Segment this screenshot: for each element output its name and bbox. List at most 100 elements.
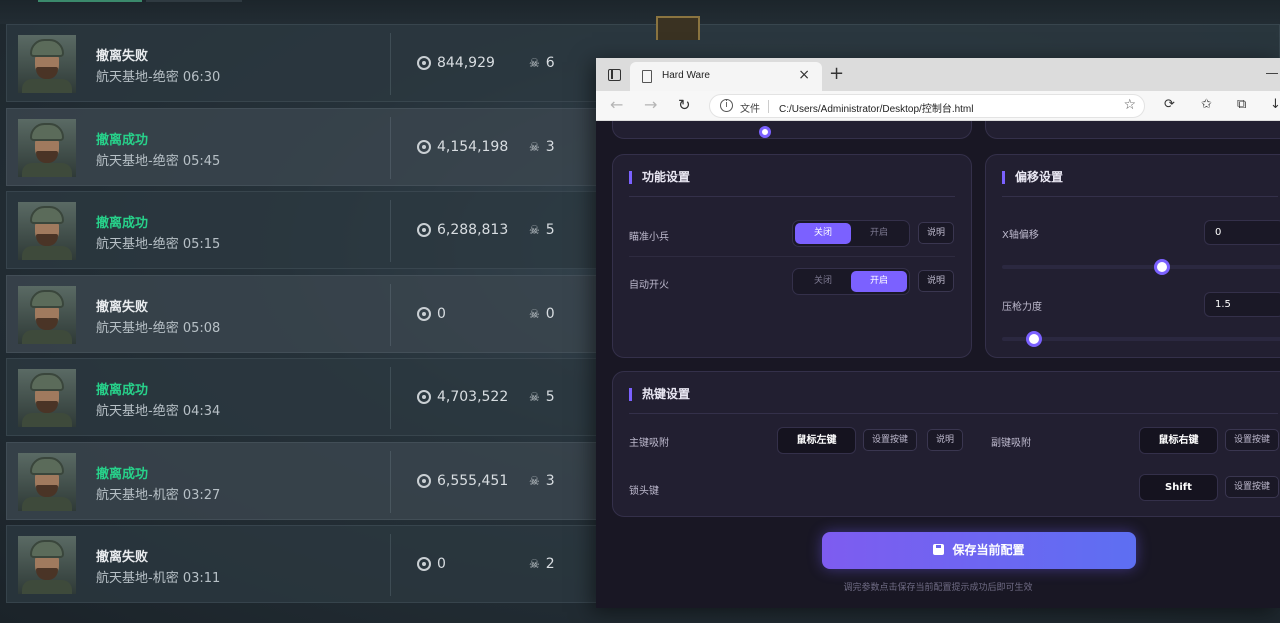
back-arrow-icon[interactable]: ← <box>610 95 623 114</box>
row-divider <box>390 117 391 179</box>
coin-icon <box>417 56 431 70</box>
row-divider <box>390 33 391 95</box>
auto-fire-label: 自动开火 <box>629 280 669 291</box>
x-offset-slider[interactable] <box>1002 259 1280 275</box>
kills-value: 5 <box>545 222 555 238</box>
save-config-button[interactable]: 保存当前配置 <box>822 532 1136 569</box>
sub-bind-key-button[interactable]: 鼠标右键 <box>1139 427 1218 454</box>
map-name: 航天基地-绝密 <box>96 321 179 336</box>
x-offset-slider-thumb[interactable] <box>1154 259 1170 275</box>
money-value: 0 <box>437 556 446 572</box>
reload-icon[interactable]: ↻ <box>678 96 691 114</box>
tab-actions-icon[interactable] <box>608 69 621 81</box>
recoil-label: 压枪力度 <box>1002 302 1042 313</box>
url-field[interactable]: i 文件 C:/Users/Administrator/Desktop/控制台.… <box>709 94 1145 118</box>
map-name: 航天基地-绝密 <box>96 237 179 252</box>
lock-head-set-button[interactable]: 设置按键 <box>1225 476 1280 498</box>
new-tab-button[interactable]: + <box>829 63 844 84</box>
money-value: 6,555,451 <box>437 473 509 489</box>
minimize-icon[interactable] <box>1266 73 1278 74</box>
auto-fire-on-option[interactable]: 开启 <box>851 271 907 292</box>
close-tab-icon[interactable]: × <box>798 67 810 83</box>
aim-minion-on-option[interactable]: 开启 <box>851 223 907 244</box>
lock-head-key-button[interactable]: Shift <box>1139 474 1218 501</box>
money-stat: 6,555,451 <box>417 473 508 489</box>
collections-icon[interactable]: ⧉ <box>1237 97 1246 112</box>
aim-minion-help-button[interactable]: 说明 <box>918 222 955 244</box>
money-value: 4,154,198 <box>437 139 509 155</box>
aim-minion-label: 瞄准小兵 <box>629 232 669 243</box>
match-detail: 航天基地-绝密 04:34 <box>96 400 220 419</box>
aim-minion-off-option[interactable]: 关闭 <box>795 223 851 244</box>
operator-avatar <box>18 536 76 594</box>
recoil-slider-thumb[interactable] <box>1026 331 1042 347</box>
recoil-input[interactable]: 1.5 <box>1204 292 1280 317</box>
download-icon[interactable]: ↓ <box>1270 97 1280 112</box>
extraction-status: 撤离成功 <box>96 467 149 482</box>
match-time: 05:15 <box>182 237 221 252</box>
skull-icon: ☠ <box>529 56 540 70</box>
money-stat: 4,154,198 <box>417 139 508 155</box>
url-scheme: 文件 <box>740 104 760 115</box>
money-stat: 844,929 <box>417 55 495 71</box>
auto-fire-toggle: 关闭 开启 <box>792 268 910 295</box>
game-tab-indicator-2[interactable] <box>146 0 242 2</box>
extraction-status: 撤离失败 <box>96 300 149 315</box>
panel-divider <box>1002 196 1278 197</box>
kills-stat: ☠ 0 <box>529 306 555 322</box>
offset-settings-title: 偏移设置 <box>1002 171 1063 184</box>
main-bind-help-button[interactable]: 说明 <box>927 429 964 451</box>
previous-panel-right <box>985 121 1280 139</box>
map-name: 航天基地-绝密 <box>96 404 179 419</box>
main-bind-key-button[interactable]: 鼠标左键 <box>777 427 856 454</box>
control-panel-content: 功能设置 瞄准小兵 关闭 开启 说明 自动开火 关闭 开启 说明 偏移设置 X轴… <box>596 121 1280 608</box>
match-time: 03:27 <box>182 488 221 503</box>
row-divider <box>390 367 391 429</box>
sub-bind-set-button[interactable]: 设置按键 <box>1225 429 1280 451</box>
extraction-status: 撤离失败 <box>96 49 149 64</box>
kills-stat: ☠ 3 <box>529 139 555 155</box>
skull-icon: ☠ <box>529 474 540 488</box>
row-divider <box>629 256 955 257</box>
lock-head-label: 锁头键 <box>629 486 659 497</box>
match-time: 03:11 <box>182 571 221 586</box>
save-hint-text: 调完参数点击保存当前配置提示成功后即可生效 <box>843 583 1033 593</box>
x-offset-input[interactable]: 0 <box>1204 220 1280 245</box>
info-icon[interactable]: i <box>720 99 733 112</box>
kills-value: 0 <box>545 306 555 322</box>
skull-icon: ☠ <box>529 223 540 237</box>
function-settings-title: 功能设置 <box>629 171 690 184</box>
skull-icon: ☠ <box>529 390 540 404</box>
extraction-status: 撤离成功 <box>96 216 149 231</box>
skull-icon: ☠ <box>529 557 540 571</box>
extensions-icon[interactable]: ⟳ <box>1164 97 1175 112</box>
game-tab-indicator[interactable] <box>38 0 142 2</box>
auto-fire-off-option[interactable]: 关闭 <box>795 271 851 292</box>
x-offset-label: X轴偏移 <box>1002 230 1039 241</box>
skull-icon: ☠ <box>529 307 540 321</box>
operator-avatar <box>18 369 76 427</box>
match-detail: 航天基地-机密 03:27 <box>96 484 220 503</box>
auto-fire-help-button[interactable]: 说明 <box>918 270 955 292</box>
main-bind-set-button[interactable]: 设置按键 <box>863 429 918 451</box>
money-stat: 0 <box>417 556 446 572</box>
map-name: 航天基地-机密 <box>96 488 179 503</box>
kills-value: 3 <box>545 473 555 489</box>
game-top-bar <box>0 0 1280 24</box>
match-time: 04:34 <box>182 404 221 419</box>
operator-avatar <box>18 35 76 93</box>
page-icon <box>642 70 652 83</box>
browser-tab[interactable]: Hard Ware × <box>630 62 822 91</box>
favorites-icon[interactable]: ✩ <box>1201 97 1212 112</box>
favorite-star-icon[interactable]: ☆ <box>1123 97 1136 113</box>
forward-arrow-icon[interactable]: → <box>644 95 657 114</box>
recoil-slider[interactable] <box>1002 331 1280 347</box>
extraction-status: 撤离成功 <box>96 383 149 398</box>
match-time: 06:30 <box>182 70 221 85</box>
row-divider <box>390 534 391 596</box>
previous-slider-thumb[interactable] <box>759 126 771 138</box>
save-icon <box>933 544 945 555</box>
rank-medal-icon <box>656 16 700 40</box>
hotkey-settings-panel: 热键设置 主键吸附 鼠标左键 设置按键 说明 副键吸附 鼠标右键 设置按键 锁头… <box>612 371 1280 517</box>
panel-divider <box>629 413 1278 414</box>
